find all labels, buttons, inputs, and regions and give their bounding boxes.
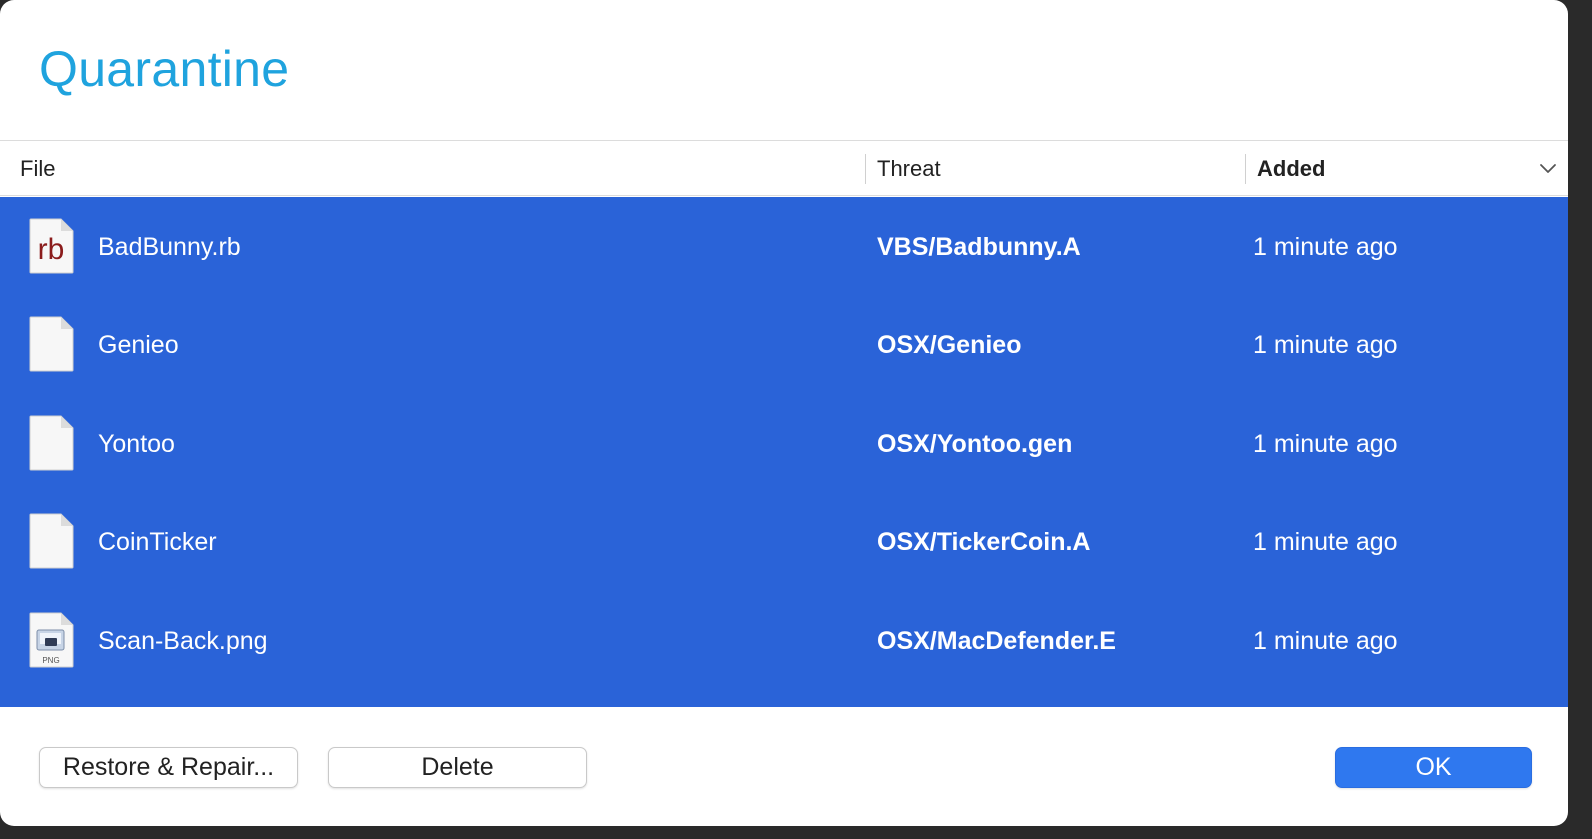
added-time: 1 minute ago	[1253, 627, 1398, 655]
file-name: Scan-Back.png	[98, 627, 268, 655]
restore-repair-button[interactable]: Restore & Repair...	[39, 747, 298, 788]
column-divider[interactable]	[1245, 154, 1246, 184]
table-header: File Threat Added	[0, 140, 1568, 196]
quarantine-dialog: Quarantine File Threat Added rb BadBunny…	[0, 0, 1568, 826]
column-header-threat[interactable]: Threat	[877, 141, 941, 195]
ok-button[interactable]: OK	[1335, 747, 1532, 788]
png-file-icon: PNG	[29, 612, 74, 668]
file-name: Genieo	[98, 331, 179, 359]
added-time: 1 minute ago	[1253, 331, 1398, 359]
delete-button[interactable]: Delete	[328, 747, 587, 788]
added-time: 1 minute ago	[1253, 528, 1398, 556]
svg-text:rb: rb	[38, 233, 65, 266]
table-row[interactable]: rb BadBunny.rb VBS/Badbunny.A 1 minute a…	[0, 197, 1568, 295]
table-row[interactable]: CoinTicker OSX/TickerCoin.A 1 minute ago	[0, 492, 1568, 590]
added-time: 1 minute ago	[1253, 233, 1398, 261]
svg-text:PNG: PNG	[42, 656, 59, 665]
file-name: CoinTicker	[98, 528, 217, 556]
chevron-down-icon[interactable]	[1539, 161, 1557, 175]
added-time: 1 minute ago	[1253, 430, 1398, 458]
column-header-file[interactable]: File	[20, 141, 55, 195]
table-row[interactable]: Genieo OSX/Genieo 1 minute ago	[0, 295, 1568, 393]
threat-name: OSX/TickerCoin.A	[877, 528, 1091, 556]
table-row[interactable]: Yontoo OSX/Yontoo.gen 1 minute ago	[0, 394, 1568, 492]
ruby-file-icon: rb	[29, 218, 74, 274]
file-name: Yontoo	[98, 430, 175, 458]
generic-file-icon	[29, 316, 74, 372]
threat-name: VBS/Badbunny.A	[877, 233, 1081, 261]
column-divider[interactable]	[865, 154, 866, 184]
file-name: BadBunny.rb	[98, 233, 241, 261]
generic-file-icon	[29, 415, 74, 471]
table-row[interactable]: PNG Scan-Back.png OSX/MacDefender.E 1 mi…	[0, 591, 1568, 689]
threat-name: OSX/Yontoo.gen	[877, 430, 1073, 458]
column-header-added[interactable]: Added	[1257, 141, 1325, 195]
quarantine-list: rb BadBunny.rb VBS/Badbunny.A 1 minute a…	[0, 197, 1568, 707]
threat-name: OSX/MacDefender.E	[877, 627, 1116, 655]
generic-file-icon	[29, 513, 74, 569]
threat-name: OSX/Genieo	[877, 331, 1022, 359]
dialog-title: Quarantine	[39, 41, 290, 97]
